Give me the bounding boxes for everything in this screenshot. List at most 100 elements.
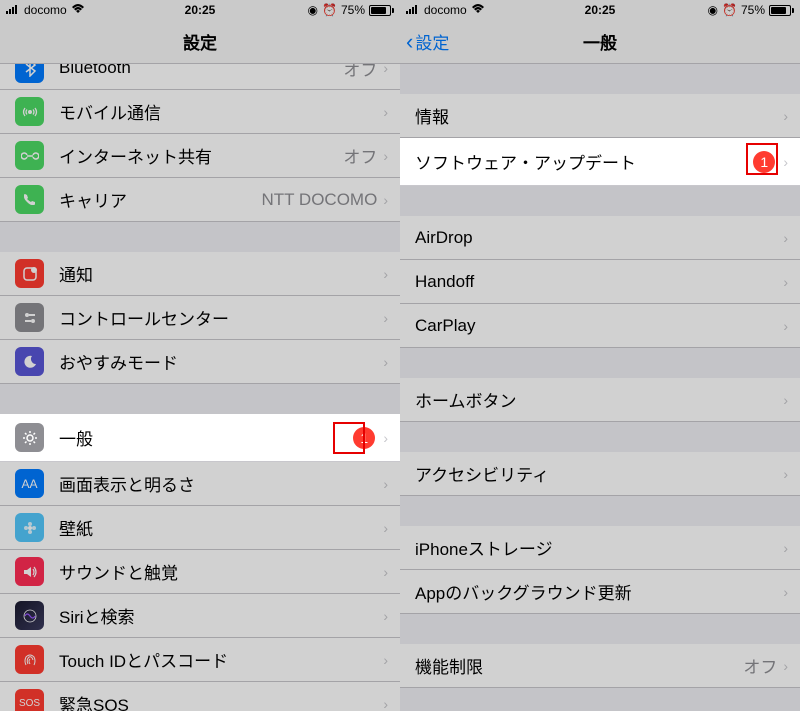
row-accessibility[interactable]: アクセシビリティ › <box>400 452 800 496</box>
page-title: 一般 <box>583 29 617 54</box>
chevron-right-icon: › <box>383 354 388 370</box>
row-touchid[interactable]: Touch IDとパスコード › <box>0 638 400 682</box>
battery-icon <box>769 5 794 16</box>
chevron-right-icon: › <box>783 466 788 482</box>
moon-icon <box>15 347 44 376</box>
row-label: AirDrop <box>415 228 783 248</box>
row-display[interactable]: AA 画面表示と明るさ › <box>0 462 400 506</box>
siri-icon <box>15 601 44 630</box>
row-label: 緊急SOS <box>59 691 383 711</box>
group-separator <box>400 186 800 216</box>
chevron-right-icon: › <box>383 696 388 711</box>
group-separator <box>0 222 400 252</box>
signal-icon <box>6 3 20 17</box>
row-label: 画面表示と明るさ <box>59 471 383 496</box>
group-separator <box>400 496 800 526</box>
row-label: Siriと検索 <box>59 603 383 628</box>
chevron-right-icon: › <box>783 230 788 246</box>
status-bar: docomo 20:25 ◉ ⏰ 75% <box>400 0 800 20</box>
row-label: モバイル通信 <box>59 99 383 124</box>
carrier-text: docomo <box>24 3 67 17</box>
row-home-button[interactable]: ホームボタン › <box>400 378 800 422</box>
signal-icon <box>406 3 420 17</box>
phone-icon <box>15 185 44 214</box>
battery-icon <box>369 5 394 16</box>
link-icon <box>15 141 44 170</box>
group-separator <box>400 614 800 644</box>
row-about[interactable]: 情報 › <box>400 94 800 138</box>
row-label: Bluetooth <box>59 64 343 78</box>
chevron-left-icon: ‹ <box>406 31 413 53</box>
status-time: 20:25 <box>585 3 616 17</box>
chevron-right-icon: › <box>383 310 388 326</box>
chevron-right-icon: › <box>783 274 788 290</box>
row-restrictions[interactable]: 機能制限 オフ › <box>400 644 800 688</box>
row-bluetooth[interactable]: Bluetooth オフ › <box>0 64 400 90</box>
status-bar: docomo 20:25 ◉ ⏰ 75% <box>0 0 400 20</box>
row-label: Appのバックグラウンド更新 <box>415 579 783 604</box>
row-bg-refresh[interactable]: Appのバックグラウンド更新 › <box>400 570 800 614</box>
chevron-right-icon: › <box>383 266 388 282</box>
row-carplay[interactable]: CarPlay › <box>400 304 800 348</box>
row-label: インターネット共有 <box>59 143 343 168</box>
row-hotspot[interactable]: インターネット共有 オフ › <box>0 134 400 178</box>
row-storage[interactable]: iPhoneストレージ › <box>400 526 800 570</box>
row-label: コントロールセンター <box>59 305 383 330</box>
row-label: CarPlay <box>415 316 783 336</box>
row-label: アクセシビリティ <box>415 461 783 486</box>
speaker-icon <box>15 557 44 586</box>
back-button[interactable]: ‹ 設定 <box>406 29 449 54</box>
badge: 1 <box>353 427 375 449</box>
row-general[interactable]: 一般 1 › <box>0 414 400 462</box>
row-software-update[interactable]: ソフトウェア・アップデート 1 › <box>400 138 800 186</box>
flower-icon <box>15 513 44 542</box>
bluetooth-icon <box>15 64 44 83</box>
chevron-right-icon: › <box>383 564 388 580</box>
row-dnd[interactable]: おやすみモード › <box>0 340 400 384</box>
row-value: オフ <box>743 653 777 678</box>
row-value: NTT DOCOMO <box>261 190 377 210</box>
back-label: 設定 <box>415 29 449 54</box>
row-siri[interactable]: Siriと検索 › <box>0 594 400 638</box>
badge: 1 <box>753 151 775 173</box>
nav-bar: 設定 <box>0 20 400 64</box>
page-title: 設定 <box>183 29 217 54</box>
row-label: キャリア <box>59 187 261 212</box>
row-label: iPhoneストレージ <box>415 535 783 560</box>
chevron-right-icon: › <box>383 652 388 668</box>
status-time: 20:25 <box>185 3 216 17</box>
battery-pct: 75% <box>741 3 765 17</box>
toggles-icon <box>15 303 44 332</box>
row-label: Touch IDとパスコード <box>59 647 383 672</box>
row-carrier[interactable]: キャリア NTT DOCOMO › <box>0 178 400 222</box>
sos-icon: SOS <box>15 689 44 711</box>
chevron-right-icon: › <box>383 520 388 536</box>
row-cellular[interactable]: モバイル通信 › <box>0 90 400 134</box>
row-label: Handoff <box>415 272 783 292</box>
row-label: サウンドと触覚 <box>59 559 383 584</box>
chevron-right-icon: › <box>383 104 388 120</box>
group-separator <box>400 422 800 452</box>
row-airdrop[interactable]: AirDrop › <box>400 216 800 260</box>
carrier-text: docomo <box>424 3 467 17</box>
row-sounds[interactable]: サウンドと触覚 › <box>0 550 400 594</box>
location-icon: ◉ <box>308 3 318 17</box>
wifi-icon <box>71 3 85 17</box>
row-handoff[interactable]: Handoff › <box>400 260 800 304</box>
battery-pct: 75% <box>341 3 365 17</box>
row-label: 情報 <box>415 103 783 128</box>
row-label: おやすみモード <box>59 349 383 374</box>
row-control-center[interactable]: コントロールセンター › <box>0 296 400 340</box>
chevron-right-icon: › <box>783 108 788 124</box>
chevron-right-icon: › <box>783 540 788 556</box>
chevron-right-icon: › <box>783 584 788 600</box>
group-separator <box>0 384 400 414</box>
row-label: ソフトウェア・アップデート <box>415 149 753 174</box>
row-label: 通知 <box>59 261 383 286</box>
group-separator <box>400 64 800 94</box>
general-screen: docomo 20:25 ◉ ⏰ 75% ‹ 設定 一般 情 <box>400 0 800 711</box>
row-wallpaper[interactable]: 壁紙 › <box>0 506 400 550</box>
row-sos[interactable]: SOS 緊急SOS › <box>0 682 400 711</box>
row-notifications[interactable]: 通知 › <box>0 252 400 296</box>
chevron-right-icon: › <box>383 430 388 446</box>
